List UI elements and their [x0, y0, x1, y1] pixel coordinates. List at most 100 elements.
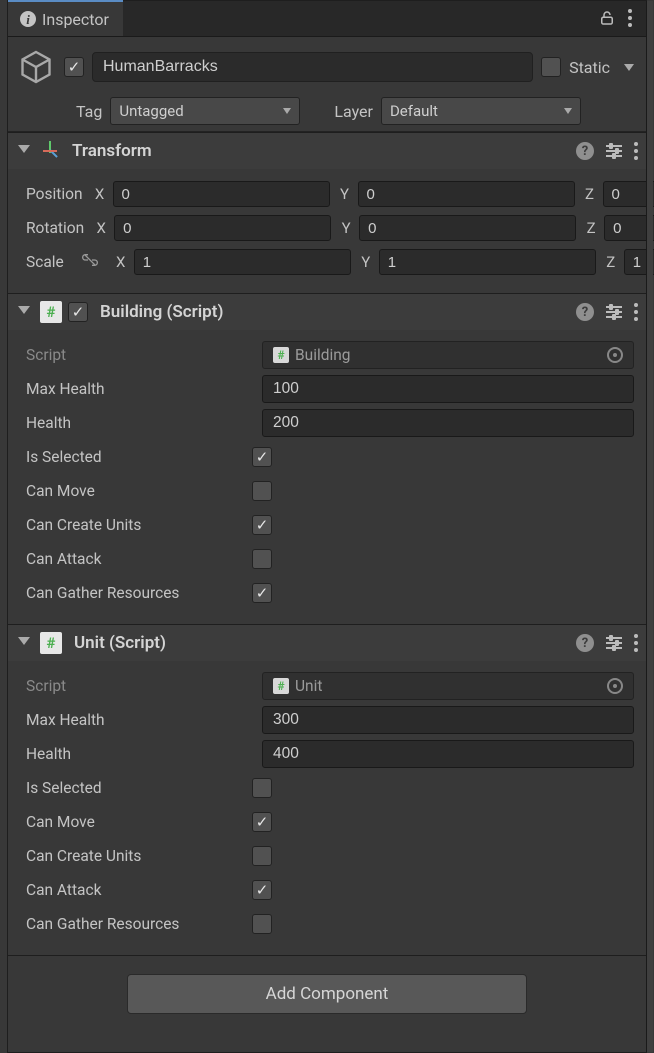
- chevron-down-icon: [283, 108, 291, 114]
- component-transform: Transform ? Position X Y Z Rotation: [8, 132, 646, 293]
- object-picker-icon[interactable]: [607, 347, 623, 363]
- health-label: Health: [26, 745, 252, 763]
- preset-icon[interactable]: [606, 637, 622, 649]
- script-name: Building: [295, 346, 351, 364]
- layer-dropdown[interactable]: Default: [381, 97, 581, 125]
- max-health-label: Max Health: [26, 380, 252, 398]
- static-label: Static: [569, 58, 610, 77]
- enabled-checkbox[interactable]: [64, 57, 84, 77]
- position-x-input[interactable]: [113, 181, 330, 207]
- script-icon: [40, 632, 62, 654]
- can-create-units-checkbox[interactable]: [252, 515, 272, 535]
- tab-bar: i Inspector: [8, 1, 646, 37]
- object-picker-icon[interactable]: [607, 678, 623, 694]
- max-health-input[interactable]: [262, 375, 634, 403]
- constrain-proportions-icon[interactable]: [80, 252, 100, 272]
- component-building: Building (Script) ? Script Building Max …: [8, 293, 646, 624]
- can-create-units-label: Can Create Units: [26, 516, 252, 534]
- position-y-input[interactable]: [358, 181, 575, 207]
- object-name-input[interactable]: [92, 52, 533, 82]
- script-field-label: Script: [26, 346, 252, 364]
- can-gather-label: Can Gather Resources: [26, 584, 252, 602]
- health-label: Health: [26, 414, 252, 432]
- help-icon[interactable]: ?: [576, 303, 594, 321]
- add-component-label: Add Component: [266, 984, 389, 1004]
- component-enabled-checkbox[interactable]: [68, 302, 88, 322]
- preset-icon[interactable]: [606, 145, 622, 157]
- component-title: Transform: [66, 141, 570, 161]
- script-name: Unit: [295, 677, 322, 695]
- tag-dropdown[interactable]: Untagged: [110, 97, 300, 125]
- component-title: Unit (Script): [68, 633, 570, 653]
- add-component-button[interactable]: Add Component: [127, 974, 527, 1014]
- max-health-label: Max Health: [26, 711, 252, 729]
- is-selected-label: Is Selected: [26, 779, 252, 797]
- health-input[interactable]: [262, 740, 634, 768]
- static-checkbox[interactable]: [541, 57, 561, 77]
- rotation-label: Rotation: [26, 219, 84, 237]
- game-object-header: Static Tag Untagged Layer Default: [8, 37, 646, 132]
- script-field-label: Script: [26, 677, 252, 695]
- axis-x-label: X: [93, 185, 107, 203]
- component-title: Building (Script): [94, 302, 570, 322]
- scale-x-input[interactable]: [134, 249, 351, 275]
- tag-label: Tag: [76, 102, 102, 121]
- rotation-x-input[interactable]: [114, 215, 331, 241]
- inspector-panel: i Inspector Static Tag Un: [7, 0, 647, 1053]
- layer-value: Default: [390, 102, 438, 120]
- component-header-unit[interactable]: Unit (Script) ?: [8, 625, 646, 661]
- script-object-field[interactable]: Building: [262, 341, 634, 369]
- help-icon[interactable]: ?: [576, 634, 594, 652]
- scale-row: Scale X Y Z: [26, 245, 634, 279]
- is-selected-checkbox[interactable]: [252, 778, 272, 798]
- tab-inspector[interactable]: i Inspector: [8, 0, 123, 36]
- can-attack-label: Can Attack: [26, 881, 252, 899]
- component-unit: Unit (Script) ? Script Unit Max Health H…: [8, 624, 646, 955]
- tab-actions: [590, 0, 640, 36]
- tab-label: Inspector: [42, 10, 109, 29]
- is-selected-checkbox[interactable]: [252, 447, 272, 467]
- position-row: Position X Y Z: [26, 177, 634, 211]
- can-gather-checkbox[interactable]: [252, 914, 272, 934]
- can-attack-checkbox[interactable]: [252, 880, 272, 900]
- transform-icon: [40, 141, 60, 161]
- scale-label: Scale: [26, 253, 64, 271]
- static-dropdown-icon[interactable]: [624, 64, 634, 71]
- can-attack-checkbox[interactable]: [252, 549, 272, 569]
- component-menu-icon[interactable]: [634, 142, 638, 160]
- lock-icon[interactable]: [598, 9, 616, 27]
- can-move-label: Can Move: [26, 482, 252, 500]
- can-create-units-label: Can Create Units: [26, 847, 252, 865]
- foldout-icon[interactable]: [18, 306, 30, 319]
- axis-z-label: Z: [583, 185, 597, 203]
- tab-menu-icon[interactable]: [628, 9, 632, 27]
- component-header-building[interactable]: Building (Script) ?: [8, 294, 646, 330]
- foldout-icon[interactable]: [18, 637, 30, 650]
- help-icon[interactable]: ?: [576, 142, 594, 160]
- scale-y-input[interactable]: [379, 249, 596, 275]
- script-object-field[interactable]: Unit: [262, 672, 634, 700]
- is-selected-label: Is Selected: [26, 448, 252, 466]
- can-attack-label: Can Attack: [26, 550, 252, 568]
- can-move-checkbox[interactable]: [252, 481, 272, 501]
- script-mini-icon: [273, 347, 289, 363]
- foldout-icon[interactable]: [18, 145, 30, 158]
- health-input[interactable]: [262, 409, 634, 437]
- can-move-label: Can Move: [26, 813, 252, 831]
- preset-icon[interactable]: [606, 306, 622, 318]
- can-gather-checkbox[interactable]: [252, 583, 272, 603]
- component-menu-icon[interactable]: [634, 303, 638, 321]
- can-move-checkbox[interactable]: [252, 812, 272, 832]
- game-object-icon[interactable]: [16, 47, 56, 87]
- chevron-down-icon: [564, 108, 572, 114]
- rotation-y-input[interactable]: [359, 215, 576, 241]
- can-gather-label: Can Gather Resources: [26, 915, 252, 933]
- rotation-row: Rotation X Y Z: [26, 211, 634, 245]
- max-health-input[interactable]: [262, 706, 634, 734]
- script-icon: [40, 301, 62, 323]
- info-icon: i: [20, 11, 36, 27]
- can-create-units-checkbox[interactable]: [252, 846, 272, 866]
- component-header-transform[interactable]: Transform ?: [8, 133, 646, 169]
- component-menu-icon[interactable]: [634, 634, 638, 652]
- position-label: Position: [26, 185, 83, 203]
